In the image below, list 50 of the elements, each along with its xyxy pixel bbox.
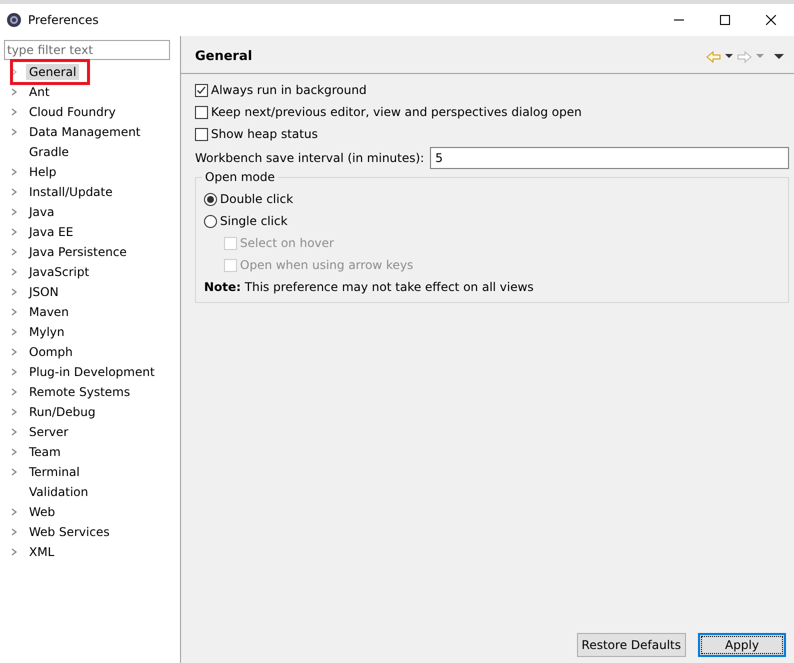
- close-icon: [766, 15, 776, 25]
- tree-item[interactable]: Ant: [26, 84, 53, 100]
- radio-button[interactable]: [204, 214, 217, 228]
- tree-item[interactable]: Gradle: [26, 144, 72, 160]
- page-title: General: [195, 49, 252, 64]
- option-label: Double click: [220, 192, 294, 206]
- checkbox[interactable]: [195, 106, 208, 118]
- group-title: Open mode: [202, 170, 278, 184]
- tree-item[interactable]: Oomph: [26, 344, 76, 360]
- checkbox[interactable]: [195, 84, 208, 96]
- tree-item[interactable]: Plug-in Development: [26, 364, 158, 380]
- dialog-button[interactable]: Restore Defaults: [576, 633, 686, 657]
- tree-item[interactable]: General: [26, 64, 80, 80]
- view-menu-icon[interactable]: [774, 54, 784, 59]
- field-label: Workbench save interval (in minutes):: [195, 151, 424, 165]
- option-label: Single click: [220, 214, 288, 228]
- tree-item[interactable]: Cloud Foundry: [26, 104, 119, 120]
- tree-item[interactable]: Install/Update: [26, 184, 116, 200]
- tree-item[interactable]: Java: [26, 204, 58, 220]
- radio-button[interactable]: [204, 192, 217, 206]
- option-label: Select on hover: [240, 236, 334, 250]
- tree-item[interactable]: Web Services: [26, 524, 113, 540]
- tree-item[interactable]: Run/Debug: [26, 404, 99, 420]
- tree-item[interactable]: XML: [26, 544, 58, 560]
- tree-item[interactable]: Validation: [26, 484, 92, 500]
- tree-item[interactable]: Team: [26, 444, 64, 460]
- dropdown-caret-icon[interactable]: [725, 54, 733, 59]
- option-label: Always run in background: [211, 83, 367, 97]
- checkbox[interactable]: [195, 128, 208, 140]
- tree-item[interactable]: Help: [26, 164, 60, 180]
- note-text: Note: This preference may not take effect on all views: [204, 279, 535, 296]
- tree-item[interactable]: Maven: [26, 304, 72, 320]
- tree-item[interactable]: Java EE: [26, 224, 76, 240]
- maximize-icon: [720, 15, 730, 25]
- option-label: Open when using arrow keys: [240, 258, 414, 272]
- option-label: Keep next/previous editor, view and perspectives dialog open: [211, 105, 582, 119]
- tree-item[interactable]: Terminal: [26, 464, 83, 480]
- tree-item[interactable]: Web: [26, 504, 58, 520]
- window-title: Preferences: [28, 13, 99, 27]
- tree-item[interactable]: Data Management: [26, 124, 144, 140]
- interval-field[interactable]: 5: [430, 147, 789, 169]
- tree-item[interactable]: Remote Systems: [26, 384, 134, 400]
- tree-item[interactable]: Java Persistence: [26, 244, 130, 260]
- dialog-button[interactable]: Apply: [698, 633, 786, 657]
- option-label: Show heap status: [211, 127, 318, 141]
- tree-item[interactable]: JSON: [26, 284, 62, 300]
- tree-item[interactable]: Mylyn: [26, 324, 68, 340]
- filter-field[interactable]: type filter text: [4, 40, 170, 60]
- tree-item[interactable]: Server: [26, 424, 72, 440]
- tree-item[interactable]: JavaScript: [26, 264, 92, 280]
